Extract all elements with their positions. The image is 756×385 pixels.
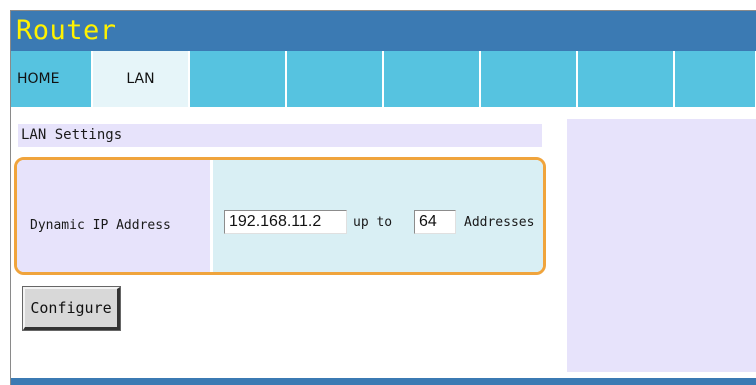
section-title: LAN Settings bbox=[21, 127, 123, 143]
router-title: Router bbox=[16, 15, 117, 46]
label-cell bbox=[17, 160, 210, 272]
up-to-label: up to bbox=[353, 215, 393, 230]
start-ip-input[interactable]: 192.168.11.2 bbox=[224, 210, 347, 234]
configure-button[interactable]: Configure bbox=[22, 286, 121, 331]
tab-empty-8[interactable] bbox=[675, 51, 755, 107]
tab-empty-6[interactable] bbox=[481, 51, 578, 107]
title-bar: Router bbox=[11, 11, 756, 51]
address-count-input[interactable]: 64 bbox=[414, 210, 456, 234]
addresses-label: Addresses bbox=[464, 215, 535, 230]
tab-home[interactable]: HOME bbox=[11, 51, 93, 107]
dynamic-ip-label: Dynamic IP Address bbox=[30, 218, 171, 233]
nav-tabs: HOME LAN bbox=[11, 51, 756, 107]
tab-lan[interactable]: LAN bbox=[93, 51, 190, 107]
tab-empty-3[interactable] bbox=[190, 51, 287, 107]
tab-empty-4[interactable] bbox=[287, 51, 384, 107]
router-page: Router HOME LAN LAN Settings Dynamic IP … bbox=[10, 10, 756, 385]
tab-empty-7[interactable] bbox=[578, 51, 675, 107]
footer-bar bbox=[11, 378, 756, 385]
tab-empty-5[interactable] bbox=[384, 51, 481, 107]
dynamic-ip-settings-row: Dynamic IP Address 192.168.11.2 up to 64… bbox=[14, 157, 546, 275]
side-panel bbox=[567, 119, 756, 372]
